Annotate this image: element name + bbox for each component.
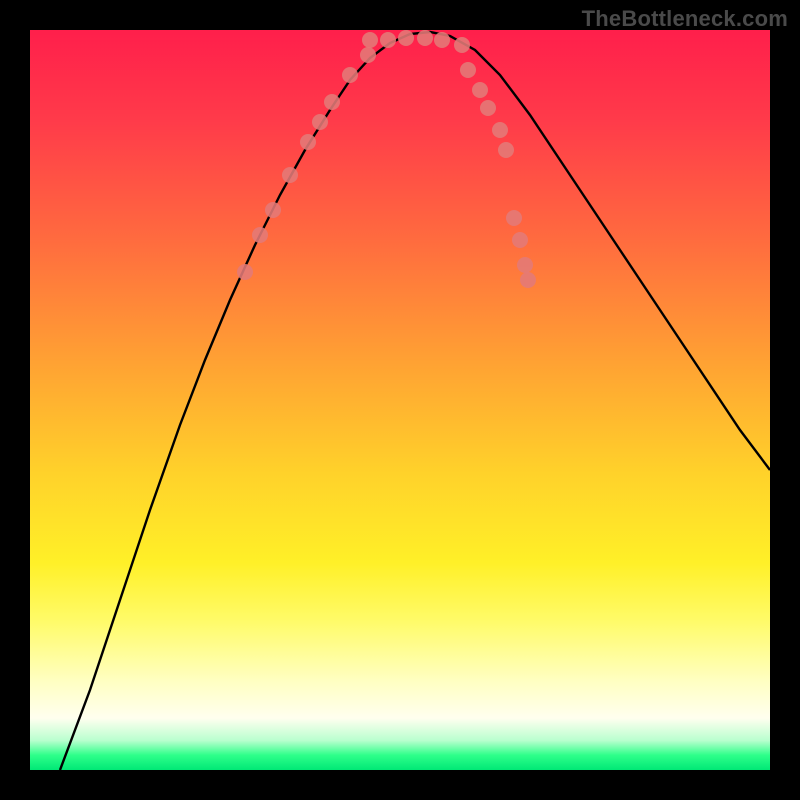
curve-marker xyxy=(506,210,522,226)
curve-marker xyxy=(472,82,488,98)
curve-marker xyxy=(512,232,528,248)
curve-marker xyxy=(434,32,450,48)
plot-area xyxy=(30,30,770,770)
curve-marker xyxy=(454,37,470,53)
watermark-text: TheBottleneck.com xyxy=(582,6,788,32)
bottleneck-curve xyxy=(30,30,770,770)
curve-marker xyxy=(398,30,414,46)
curve-marker xyxy=(362,32,378,48)
curve-marker xyxy=(498,142,514,158)
curve-marker xyxy=(380,32,396,48)
curve-marker xyxy=(480,100,496,116)
curve-marker xyxy=(417,30,433,46)
curve-marker xyxy=(517,257,533,273)
curve-marker xyxy=(237,264,253,280)
chart-frame: TheBottleneck.com xyxy=(0,0,800,800)
curve-path xyxy=(60,32,770,770)
curve-marker xyxy=(520,272,536,288)
curve-marker xyxy=(252,227,268,243)
curve-marker xyxy=(282,167,298,183)
curve-marker xyxy=(360,47,376,63)
curve-marker xyxy=(460,62,476,78)
curve-marker xyxy=(300,134,316,150)
curve-marker xyxy=(492,122,508,138)
curve-marker xyxy=(324,94,340,110)
curve-marker xyxy=(265,202,281,218)
curve-marker xyxy=(342,67,358,83)
curve-marker xyxy=(312,114,328,130)
